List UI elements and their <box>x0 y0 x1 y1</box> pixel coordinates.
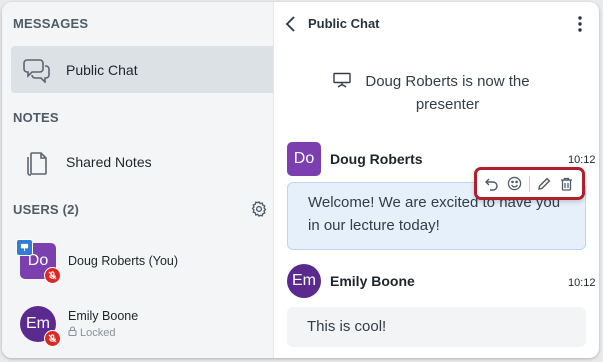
user-name: Doug Roberts (You) <box>68 254 179 268</box>
sidebar-item-label: Shared Notes <box>66 153 152 170</box>
message-header: Do Doug Roberts <box>287 142 423 176</box>
message-text: Welcome! We are excited to have you in o… <box>308 194 561 234</box>
chat-bubbles-icon <box>11 57 63 83</box>
app-window: MESSAGES Public Chat NOTES Shared Notes <box>2 2 599 358</box>
chat-title: Public Chat <box>308 16 380 31</box>
chat-header: Public Chat <box>274 2 599 46</box>
toolbar-divider <box>528 175 530 192</box>
user-list-item-doug[interactable]: Do Doug Roberts (You) <box>11 236 273 286</box>
message-author: Emily Boone <box>330 273 415 289</box>
sidebar-item-label: Public Chat <box>66 61 138 78</box>
presenter-icon <box>16 239 33 256</box>
avatar: Em <box>20 306 61 347</box>
system-message-text: Doug Roberts is now the presenter <box>365 73 530 113</box>
message-actions-toolbar <box>474 167 585 200</box>
avatar-initials: Do <box>293 150 315 167</box>
sidebar-item-shared-notes[interactable]: Shared Notes <box>11 138 273 185</box>
avatar: Em <box>287 264 321 298</box>
gear-icon[interactable] <box>250 200 268 218</box>
users-section-title: USERS (2) <box>13 202 80 217</box>
avatar-initials: Em <box>26 315 50 332</box>
user-status: Locked <box>68 326 138 339</box>
user-name: Emily Boone <box>68 309 139 323</box>
user-list-item-emily[interactable]: Em Emily Boone Locked <box>11 299 273 349</box>
chat-panel: Public Chat Doug Roberts is now the pres… <box>274 2 599 358</box>
muted-mic-icon <box>44 267 61 284</box>
chat-message[interactable]: This is cool! <box>287 307 586 347</box>
presentation-board-icon <box>333 72 351 95</box>
lock-icon <box>68 326 77 339</box>
message-author: Doug Roberts <box>330 151 423 167</box>
message-time: 10:12 <box>568 277 596 289</box>
avatar: Do <box>287 142 321 176</box>
message-header: Em Emily Boone <box>287 264 415 298</box>
kebab-menu-icon[interactable] <box>576 15 584 33</box>
sidebar: MESSAGES Public Chat NOTES Shared Notes <box>2 2 274 358</box>
muted-mic-icon <box>44 330 61 347</box>
avatar: Do <box>16 239 61 284</box>
message-time: 10:12 <box>568 154 596 166</box>
delete-icon[interactable] <box>559 176 575 192</box>
avatar-initials: Em <box>292 272 316 289</box>
user-status-text: Locked <box>80 326 116 339</box>
document-icon <box>11 148 63 176</box>
chevron-left-icon[interactable] <box>284 15 298 33</box>
sidebar-item-public-chat[interactable]: Public Chat <box>11 46 273 93</box>
system-message: Doug Roberts is now the presenter <box>274 70 599 116</box>
emoji-reaction-icon[interactable] <box>507 176 523 192</box>
messages-section-title: MESSAGES <box>13 16 89 31</box>
reply-icon[interactable] <box>484 176 500 192</box>
edit-icon[interactable] <box>536 176 552 192</box>
message-text: This is cool! <box>307 318 387 335</box>
notes-section-title: NOTES <box>13 110 59 125</box>
